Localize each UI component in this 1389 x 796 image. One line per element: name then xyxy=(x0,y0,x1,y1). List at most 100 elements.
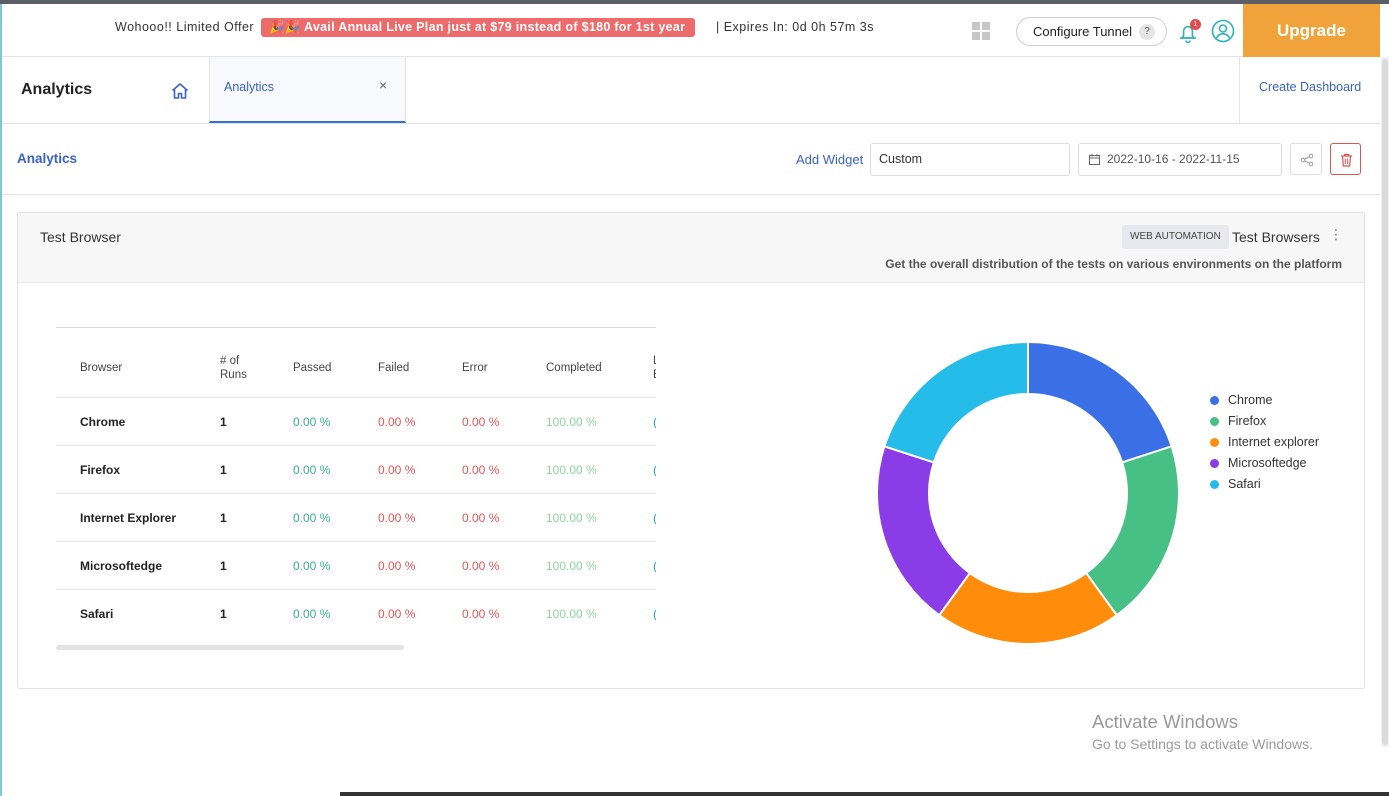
legend-swatch xyxy=(1210,417,1219,426)
upgrade-button[interactable]: Upgrade xyxy=(1243,4,1380,57)
cell-truncated: ( xyxy=(653,590,656,638)
tab-close-icon[interactable]: × xyxy=(379,77,387,93)
legend-swatch xyxy=(1210,396,1219,405)
legend-label: Internet explorer xyxy=(1228,435,1320,449)
cell-failed: 0.00 % xyxy=(378,415,416,429)
cell-completed: 100.00 % xyxy=(546,607,597,621)
test-browser-widget: Test Browser WEB AUTOMATION Test Browser… xyxy=(17,212,1365,689)
legend-item-microsoftedge[interactable]: Microsoftedge xyxy=(1210,456,1319,477)
date-range-picker[interactable]: 2022-10-16 - 2022-11-15 xyxy=(1078,143,1282,176)
apps-grid-icon[interactable] xyxy=(972,22,992,42)
table-row[interactable]: Chrome 1 0.00 % 0.00 % 0.00 % 100.00 % ( xyxy=(56,398,656,446)
cell-failed: 0.00 % xyxy=(378,463,416,477)
col-runs[interactable]: # of Runs xyxy=(220,354,247,382)
help-icon[interactable]: ? xyxy=(1139,24,1155,40)
col-passed[interactable]: Passed xyxy=(293,361,331,375)
chart-legend: Chrome Firefox Internet explorer Microsofte… xyxy=(1210,393,1319,498)
offer-text: Wohooo!! Limited Offer xyxy=(115,20,255,34)
cell-runs: 1 xyxy=(220,463,227,477)
range-select[interactable]: Custom xyxy=(870,143,1070,176)
donut-slice-microsoftedge[interactable] xyxy=(876,445,972,617)
cell-truncated: ( xyxy=(653,494,656,542)
cell-error: 0.00 % xyxy=(462,511,500,525)
browser-table: Browser # of Runs Passed Failed Error Co… xyxy=(56,327,656,650)
page-title: Analytics xyxy=(21,81,93,98)
cell-passed: 0.00 % xyxy=(293,559,331,573)
donut-slice-safari[interactable] xyxy=(883,340,1029,464)
cell-truncated: ( xyxy=(653,542,656,590)
calendar-icon xyxy=(1089,154,1100,165)
col-completed[interactable]: Completed xyxy=(546,361,602,375)
promo-banner: Wohooo!! Limited Offer 🎉🎉 Avail Annual L… xyxy=(2,4,1243,57)
cell-error: 0.00 % xyxy=(462,415,500,429)
date-range-value: 2022-10-16 - 2022-11-15 xyxy=(1107,152,1240,166)
widget-title: Test Browser xyxy=(40,229,121,245)
table-header: Browser # of Runs Passed Failed Error Co… xyxy=(56,328,656,398)
add-widget-button[interactable]: Add Widget xyxy=(796,152,863,167)
widget-category: Test Browsers xyxy=(1232,229,1320,245)
donut-slice-chrome[interactable] xyxy=(1027,340,1173,464)
cell-passed: 0.00 % xyxy=(293,415,331,429)
windows-activation-watermark: Activate Windows Go to Settings to activ… xyxy=(1092,711,1313,752)
browser-donut-chart xyxy=(876,340,1180,645)
delete-button[interactable] xyxy=(1330,143,1361,175)
cell-browser: Chrome xyxy=(80,415,126,429)
kebab-menu-icon[interactable]: ⋮ xyxy=(1329,226,1343,243)
cell-runs: 1 xyxy=(220,559,227,573)
tab-analytics-label: Analytics xyxy=(224,80,275,94)
tab-analytics[interactable]: Analytics × xyxy=(209,57,406,123)
legend-swatch xyxy=(1210,438,1219,447)
table-row[interactable]: Firefox 1 0.00 % 0.00 % 0.00 % 100.00 % … xyxy=(56,446,656,494)
table-row[interactable]: Safari 1 0.00 % 0.00 % 0.00 % 100.00 % ( xyxy=(56,590,656,638)
user-avatar-icon[interactable] xyxy=(1211,19,1235,43)
donut-slice-firefox[interactable] xyxy=(1084,445,1180,617)
cell-truncated: ( xyxy=(653,398,656,446)
cell-runs: 1 xyxy=(220,415,227,429)
legend-swatch xyxy=(1210,459,1219,468)
legend-label: Chrome xyxy=(1228,393,1273,407)
col-failed[interactable]: Failed xyxy=(378,361,409,375)
notification-bell-icon[interactable]: 1 xyxy=(1176,19,1201,45)
configure-tunnel-button[interactable]: Configure Tunnel ? xyxy=(1016,17,1167,46)
cell-completed: 100.00 % xyxy=(546,415,597,429)
cell-runs: 1 xyxy=(220,607,227,621)
legend-item-safari[interactable]: Safari xyxy=(1210,477,1319,498)
table-horizontal-scrollbar[interactable] xyxy=(56,645,404,650)
cell-passed: 0.00 % xyxy=(293,607,331,621)
col-truncated[interactable]: L E xyxy=(653,354,656,382)
watermark-subtitle: Go to Settings to activate Windows. xyxy=(1092,736,1313,752)
share-button[interactable] xyxy=(1290,143,1322,175)
cell-failed: 0.00 % xyxy=(378,559,416,573)
cell-browser: Firefox xyxy=(80,463,121,477)
page-vertical-scrollbar[interactable] xyxy=(1381,57,1389,747)
offer-pill[interactable]: 🎉🎉 Avail Annual Live Plan just at $79 in… xyxy=(261,18,696,37)
legend-swatch xyxy=(1210,480,1219,489)
cell-passed: 0.00 % xyxy=(293,463,331,477)
cell-failed: 0.00 % xyxy=(378,607,416,621)
home-icon[interactable] xyxy=(170,81,190,101)
legend-item-chrome[interactable]: Chrome xyxy=(1210,393,1319,414)
col-browser[interactable]: Browser xyxy=(80,361,122,375)
configure-tunnel-label: Configure Tunnel xyxy=(1033,24,1133,39)
legend-item-internet-explorer[interactable]: Internet explorer xyxy=(1210,435,1319,456)
share-icon xyxy=(1300,153,1314,167)
trash-icon xyxy=(1341,153,1352,167)
col-error[interactable]: Error xyxy=(462,361,488,375)
cell-runs: 1 xyxy=(220,511,227,525)
cell-passed: 0.00 % xyxy=(293,511,331,525)
cell-completed: 100.00 % xyxy=(546,559,597,573)
cell-browser: Internet Explorer xyxy=(80,511,177,525)
legend-label: Microsoftedge xyxy=(1228,456,1307,470)
cell-error: 0.00 % xyxy=(462,559,500,573)
table-row[interactable]: Microsoftedge 1 0.00 % 0.00 % 0.00 % 100… xyxy=(56,542,656,590)
watermark-title: Activate Windows xyxy=(1092,711,1238,732)
cell-failed: 0.00 % xyxy=(378,511,416,525)
create-dashboard-button[interactable]: Create Dashboard xyxy=(1239,57,1381,123)
legend-label: Safari xyxy=(1228,477,1261,491)
donut-slice-internet-explorer[interactable] xyxy=(937,571,1119,645)
taskbar-edge xyxy=(340,792,1389,796)
legend-item-firefox[interactable]: Firefox xyxy=(1210,414,1319,435)
widget-description: Get the overall distribution of the test… xyxy=(885,257,1342,271)
notification-badge: 1 xyxy=(1190,19,1201,30)
table-row[interactable]: Internet Explorer 1 0.00 % 0.00 % 0.00 %… xyxy=(56,494,656,542)
